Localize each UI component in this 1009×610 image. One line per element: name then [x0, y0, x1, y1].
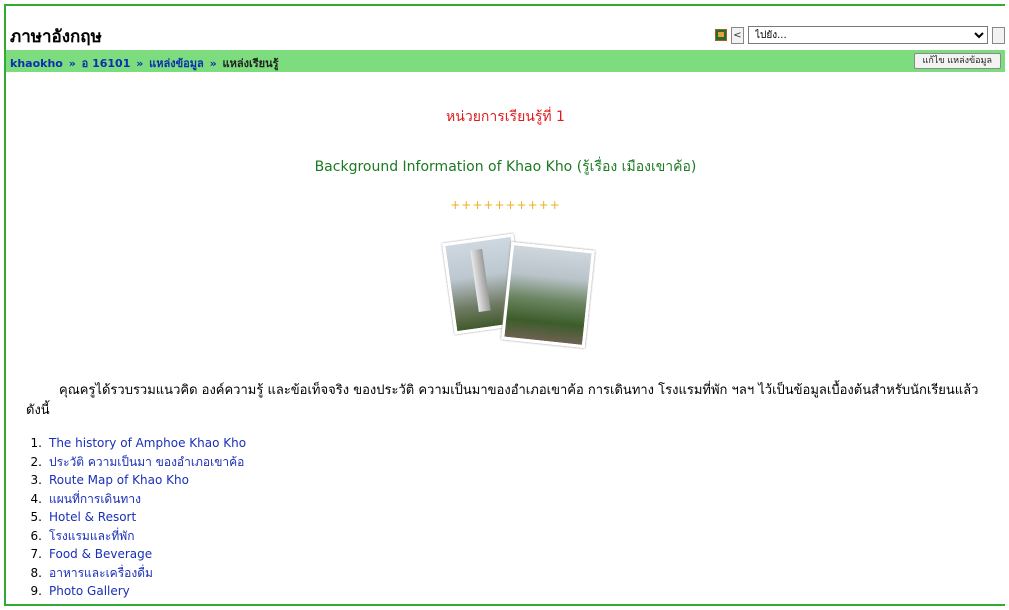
list-item: 7. Food & Beverage	[22, 545, 246, 564]
page-subtitle: Background Information of Khao Kho (รู้เ…	[314, 159, 697, 175]
breadcrumb-subject[interactable]: อ 16101	[82, 57, 131, 70]
list-item: 4. แผนที่การเดินทาง	[22, 490, 246, 509]
unit-title: หน่วยการเรียนรู้ที่ 1	[446, 109, 565, 125]
next-button[interactable]	[992, 26, 1005, 44]
link-history-thai[interactable]: ประวัติ ความเป็นมา ของอำเภอเขาค้อ	[49, 453, 244, 472]
link-food-thai[interactable]: อาหารและเครื่องดื่ม	[49, 564, 153, 583]
jump-to-select[interactable]: ไปยัง...	[748, 26, 988, 44]
list-item: 5. Hotel & Resort	[22, 508, 246, 527]
list-item: 9. Photo Gallery	[22, 582, 246, 601]
page-frame: ภาษาอังกฤษ < ไปยัง... khaokho » อ 16101 …	[4, 4, 1005, 606]
intro-paragraph: คุณครูได้รวบรวมแนวคิด องค์ความรู้ และข้อ…	[26, 383, 979, 418]
link-food-beverage[interactable]: Food & Beverage	[49, 545, 152, 564]
list-item: 6. โรงแรมและที่พัก	[22, 527, 246, 546]
navigation-bar: khaokho » อ 16101 » แหล่งข้อมูล » แหล่งเ…	[6, 50, 1005, 72]
decorative-divider: ++++++++++	[450, 198, 561, 212]
breadcrumb-course[interactable]: khaokho	[10, 57, 63, 70]
link-history[interactable]: The history of Amphoe Khao Kho	[49, 434, 246, 453]
list-item: 3. Route Map of Khao Kho	[22, 471, 246, 490]
breadcrumb-separator: »	[68, 57, 76, 70]
edit-resource-button[interactable]: แก้ไข แหล่งข้อมูล	[913, 53, 1001, 69]
link-route-map[interactable]: Route Map of Khao Kho	[49, 471, 189, 490]
breadcrumb: khaokho » อ 16101 » แหล่งข้อมูล » แหล่งเ…	[10, 54, 279, 72]
mountain-view-photo	[501, 241, 595, 349]
list-item: 2. ประวัติ ความเป็นมา ของอำเภอเขาค้อ	[22, 453, 246, 472]
breadcrumb-resources[interactable]: แหล่งข้อมูล	[149, 57, 204, 70]
resource-icon[interactable]	[715, 29, 727, 41]
link-photo-gallery[interactable]: Photo Gallery	[49, 582, 130, 601]
link-hotel-resort[interactable]: Hotel & Resort	[49, 508, 136, 527]
jump-menu: < ไปยัง...	[715, 26, 1005, 44]
list-item: 8. อาหารและเครื่องดื่ม	[22, 564, 246, 583]
previous-button[interactable]: <	[731, 26, 744, 44]
breadcrumb-current: แหล่งเรียนรู้	[222, 57, 279, 70]
link-route-map-thai[interactable]: แผนที่การเดินทาง	[49, 490, 141, 509]
header: ภาษาอังกฤษ < ไปยัง...	[6, 6, 1005, 48]
list-item: 1. The history of Amphoe Khao Kho	[22, 434, 247, 453]
breadcrumb-separator: »	[136, 57, 144, 70]
resource-link-list: 1. The history of Amphoe Khao Kho 2. ประวั…	[22, 434, 247, 601]
main-content: หน่วยการเรียนรู้ที่ 1 Background Informa…	[6, 72, 1005, 604]
site-title: ภาษาอังกฤษ	[10, 27, 102, 47]
breadcrumb-separator: »	[209, 57, 217, 70]
khao-kho-photo-collage	[441, 232, 595, 349]
link-hotel-thai[interactable]: โรงแรมและที่พัก	[49, 527, 134, 546]
